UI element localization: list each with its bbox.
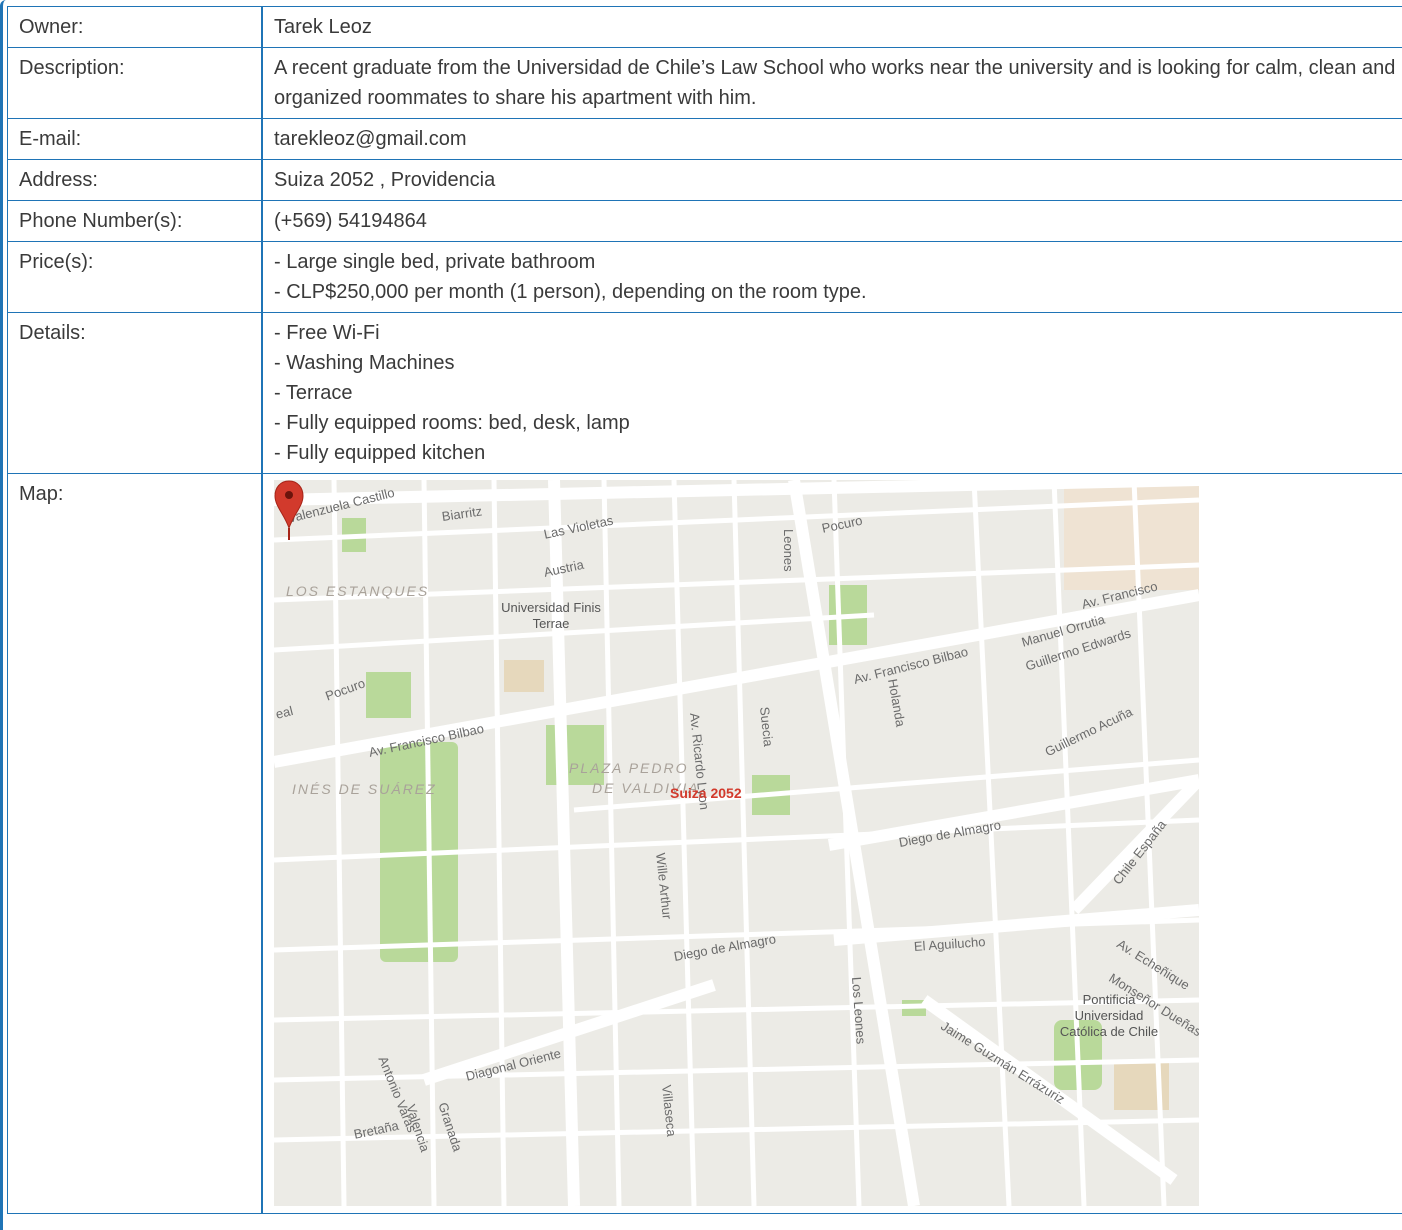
row-phone: Phone Number(s): (+569) 54194864 [7,200,1402,242]
row-email: E-mail: tarekleoz@gmail.com [7,118,1402,160]
price-line: - CLP$250,000 per month (1 person), depe… [274,281,867,303]
street-label: Biarritz [440,503,484,524]
address-label: Address: [7,159,263,201]
street-label: El Aguilucho [913,934,986,954]
poi-label: Pontificia Universidad Católica de Chile [1059,992,1159,1039]
row-address: Address: Suiza 2052 , Providencia [7,159,1402,201]
email-value[interactable]: tarekleoz@gmail.com [261,118,1402,160]
description-label: Description: [7,47,263,119]
price-line: - Large single bed, private bathroom [274,251,596,273]
listing-table: Owner: Tarek Leoz Description: A recent … [7,6,1402,1214]
street-label: Montt [274,924,282,958]
owner-value: Tarek Leoz [261,6,1402,48]
details-line: - Fully equipped kitchen [274,442,486,464]
left-accent-bar [0,0,7,1230]
location-pin-icon[interactable] [274,480,304,542]
street-label: Leones [781,529,796,572]
details-line: - Free Wi-Fi [274,322,380,344]
owner-label: Owner: [7,6,263,48]
district-label: LOS ESTANQUES [286,583,430,599]
details-line: - Fully equipped rooms: bed, desk, lamp [274,412,630,434]
marker-label: Suiza 2052 [670,785,742,801]
street-label: Los Leones [849,976,869,1045]
poi-label: Universidad Finis Terrae [501,600,601,631]
phone-value: (+569) 54194864 [261,200,1402,242]
phone-label: Phone Number(s): [7,200,263,242]
description-value: A recent graduate from the Universidad d… [261,47,1402,119]
address-value: Suiza 2052 , Providencia [261,159,1402,201]
price-label: Price(s): [7,241,263,313]
street-label: Suecia [757,706,777,748]
details-line: - Terrace [274,382,353,404]
details-value: - Free Wi-Fi - Washing Machines - Terrac… [261,312,1402,474]
email-label: E-mail: [7,118,263,160]
map-label: Map: [7,473,263,1214]
details-label: Details: [7,312,263,474]
street-label: Villaseca [659,1084,680,1138]
row-price: Price(s): - Large single bed, private ba… [7,241,1402,313]
price-value: - Large single bed, private bathroom - C… [261,241,1402,313]
details-line: - Washing Machines [274,352,455,374]
district-label: INÉS DE SUÁREZ [292,781,437,797]
row-owner: Owner: Tarek Leoz [7,6,1402,48]
row-details: Details: - Free Wi-Fi - Washing Machines… [7,312,1402,474]
map-cell: Valenzuela Castillo Biarritz Las Violeta… [261,473,1402,1214]
row-map: Map: Valenzuela Castillo Biarritz Las Vi… [7,473,1402,1214]
map-image[interactable]: Valenzuela Castillo Biarritz Las Violeta… [274,480,1199,1206]
row-description: Description: A recent graduate from the … [7,47,1402,119]
